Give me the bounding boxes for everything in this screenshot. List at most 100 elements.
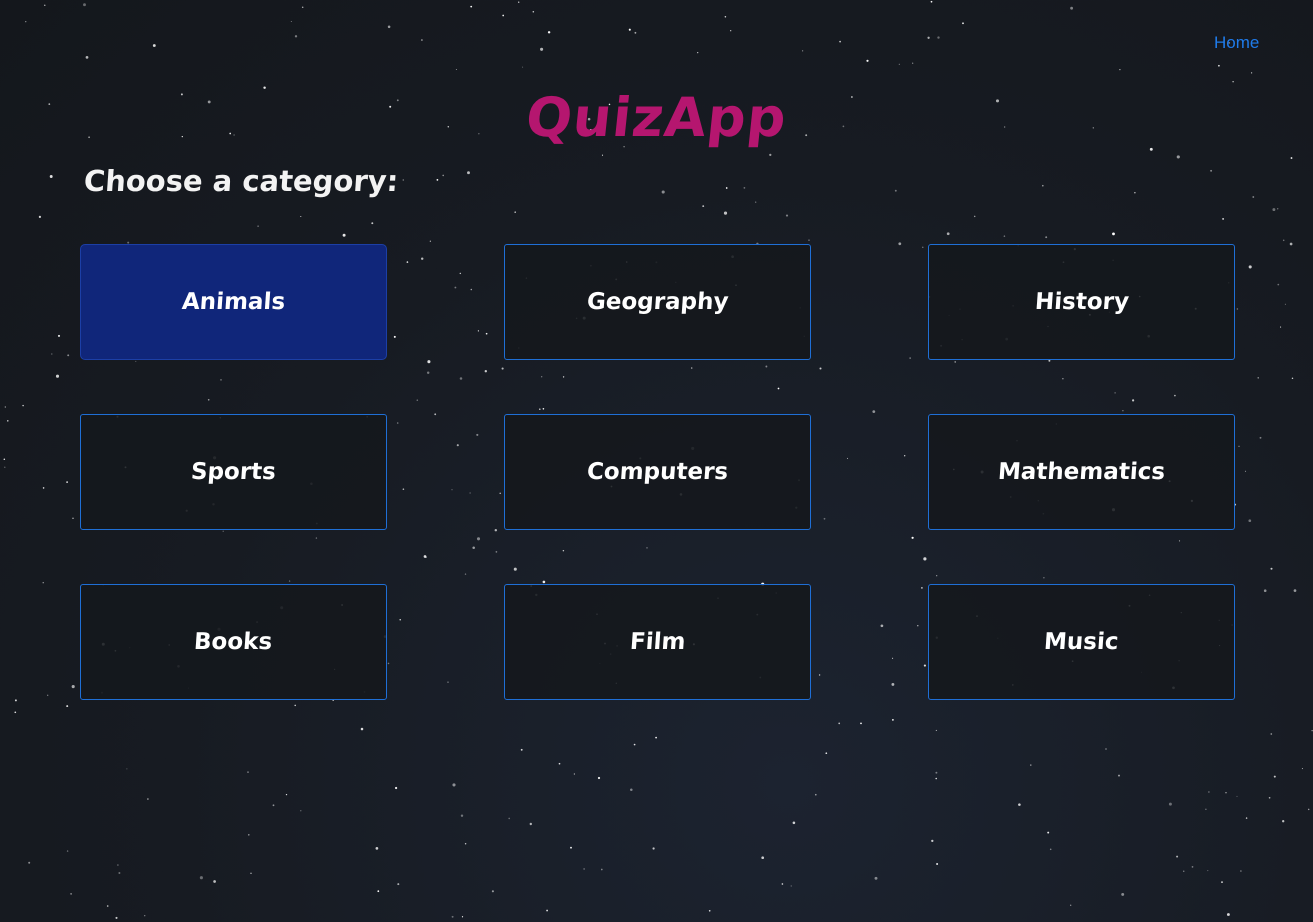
star bbox=[930, 0, 933, 3]
star bbox=[420, 39, 423, 41]
category-button-computers[interactable]: Computers bbox=[504, 414, 811, 530]
star bbox=[28, 861, 31, 864]
star bbox=[1042, 184, 1044, 187]
category-button-music[interactable]: Music bbox=[928, 584, 1235, 700]
category-label: Sports bbox=[190, 459, 277, 485]
star bbox=[247, 771, 249, 774]
star bbox=[1280, 326, 1282, 328]
star bbox=[1277, 208, 1279, 210]
star bbox=[825, 752, 828, 755]
category-label: Mathematics bbox=[997, 459, 1166, 485]
star bbox=[540, 47, 544, 51]
star bbox=[1277, 283, 1280, 286]
star bbox=[601, 154, 604, 156]
category-button-mathematics[interactable]: Mathematics bbox=[928, 414, 1235, 530]
star bbox=[769, 153, 772, 157]
star bbox=[470, 5, 473, 8]
star bbox=[1003, 235, 1006, 237]
star bbox=[152, 44, 156, 47]
star bbox=[743, 187, 746, 189]
star bbox=[1250, 72, 1253, 74]
star bbox=[1226, 913, 1230, 916]
star bbox=[1134, 192, 1136, 194]
star bbox=[375, 847, 379, 850]
star bbox=[294, 704, 296, 707]
star bbox=[946, 232, 950, 236]
star bbox=[502, 14, 505, 17]
star bbox=[1273, 775, 1276, 778]
star bbox=[1238, 445, 1240, 447]
star bbox=[1293, 589, 1297, 592]
star bbox=[1070, 904, 1072, 906]
star bbox=[301, 6, 304, 8]
app-title: QuizApp bbox=[522, 86, 790, 149]
star bbox=[429, 240, 431, 242]
star bbox=[973, 215, 976, 218]
star bbox=[1257, 377, 1259, 379]
star bbox=[387, 25, 391, 29]
star bbox=[1263, 589, 1267, 592]
category-button-film[interactable]: Film bbox=[504, 584, 811, 700]
star bbox=[547, 31, 551, 34]
star bbox=[931, 839, 934, 843]
star bbox=[1272, 208, 1276, 212]
star bbox=[935, 777, 937, 780]
star bbox=[491, 890, 494, 893]
star bbox=[451, 915, 454, 918]
star bbox=[49, 175, 53, 178]
star bbox=[66, 481, 68, 483]
star bbox=[442, 174, 444, 177]
star bbox=[725, 187, 728, 189]
home-link[interactable]: Home bbox=[1214, 33, 1259, 53]
star bbox=[1252, 196, 1255, 198]
star bbox=[294, 35, 298, 38]
star bbox=[285, 793, 288, 796]
star bbox=[937, 36, 940, 39]
star bbox=[452, 783, 456, 787]
star bbox=[300, 810, 302, 812]
star bbox=[962, 22, 964, 25]
star bbox=[1291, 377, 1294, 380]
category-label: Music bbox=[1043, 629, 1120, 655]
star bbox=[71, 685, 75, 689]
star bbox=[55, 374, 60, 378]
star bbox=[342, 233, 346, 237]
star bbox=[1105, 748, 1107, 750]
star bbox=[558, 762, 561, 765]
star bbox=[520, 748, 523, 751]
category-button-geography[interactable]: Geography bbox=[504, 244, 811, 360]
star bbox=[300, 215, 302, 218]
star bbox=[755, 201, 757, 203]
star bbox=[1270, 567, 1273, 570]
star bbox=[1301, 768, 1303, 770]
star bbox=[455, 68, 457, 71]
star bbox=[115, 916, 118, 919]
category-button-books[interactable]: Books bbox=[80, 584, 387, 700]
category-button-animals[interactable]: Animals bbox=[80, 244, 387, 360]
category-button-sports[interactable]: Sports bbox=[80, 414, 387, 530]
star bbox=[927, 36, 930, 39]
star bbox=[892, 719, 894, 721]
star bbox=[360, 727, 364, 731]
star bbox=[633, 743, 636, 746]
star bbox=[1121, 892, 1125, 896]
star bbox=[257, 225, 259, 227]
star bbox=[144, 915, 146, 917]
star bbox=[708, 909, 711, 912]
star bbox=[66, 850, 69, 852]
star bbox=[397, 883, 400, 886]
star bbox=[44, 4, 46, 6]
category-label: Film bbox=[628, 629, 687, 655]
star bbox=[1049, 848, 1052, 851]
star bbox=[1307, 808, 1310, 811]
category-label: Geography bbox=[585, 289, 730, 315]
star bbox=[7, 420, 9, 422]
category-button-history[interactable]: History bbox=[928, 244, 1235, 360]
star bbox=[4, 406, 6, 408]
star bbox=[436, 179, 439, 181]
star bbox=[860, 722, 862, 725]
star bbox=[394, 786, 398, 790]
star bbox=[1236, 795, 1238, 797]
star bbox=[785, 214, 789, 217]
star bbox=[460, 814, 464, 817]
